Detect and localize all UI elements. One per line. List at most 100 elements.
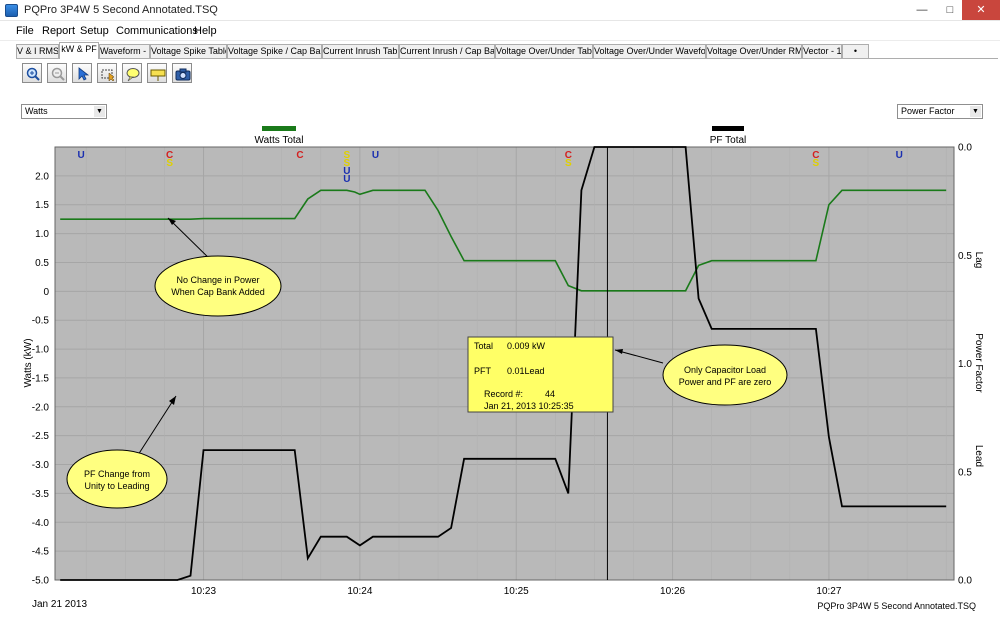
plot-border	[54, 146, 955, 581]
right-axis-select-value: Power Factor	[901, 106, 955, 116]
grid	[54, 146, 955, 581]
y-tick-label: -4.0	[32, 518, 50, 529]
x-axis-tick-labels: 10:23 10:24 10:25 10:26 10:27	[191, 586, 842, 597]
menu-communications[interactable]: Communications	[116, 25, 198, 37]
footer-file: PQPro 3P4W 5 Second Annotated.TSQ	[817, 601, 976, 611]
y2-lag-label: Lag	[973, 252, 984, 269]
event-marker-u: U	[77, 150, 84, 161]
event-marker-s: S	[813, 158, 820, 169]
camera-icon	[175, 68, 191, 81]
legend-pf-swatch	[712, 126, 744, 131]
pointer-button[interactable]	[72, 63, 92, 83]
callout-power-line-1: No Change in Power	[176, 275, 259, 285]
y-tick-label: -4.5	[32, 547, 50, 558]
zoom-out-icon	[51, 67, 65, 81]
event-markers: U CSC SSUUU CSCSU	[77, 150, 902, 185]
callout-no-change-power: No Change in Power When Cap Bank Added	[154, 217, 282, 317]
y2-tick-label: 1.0	[958, 359, 972, 370]
region-select-button[interactable]	[97, 63, 117, 83]
tooltip-record-label: Record #:	[484, 389, 523, 399]
plot-area	[55, 147, 954, 580]
event-marker-u: U	[343, 166, 350, 177]
menu-setup[interactable]: Setup	[80, 25, 109, 37]
tab-waveform-1[interactable]: Waveform - 1	[99, 44, 150, 58]
right-axis-select[interactable]: Power Factor ▼	[897, 104, 983, 119]
x-tick-label: 10:25	[504, 586, 529, 597]
y2-tick-label: 0.5	[958, 251, 972, 262]
tab-vector-1[interactable]: Vector - 1	[802, 44, 842, 58]
annotate-button[interactable]	[122, 63, 142, 83]
marker-button[interactable]	[147, 63, 167, 83]
tooltip-box	[467, 336, 614, 413]
y-axis-title: Watts (kW)	[23, 338, 34, 387]
tab-current-inrush-cap-bank[interactable]: Current Inrush / Cap Bank	[399, 44, 495, 58]
close-button[interactable]: ✕	[962, 0, 1000, 20]
tab-bar: V & I RMS kW & PF Waveform - 1 Voltage S…	[0, 42, 1000, 59]
callout-power-arrowhead	[168, 218, 176, 225]
window-title: PQPro 3P4W 5 Second Annotated.TSQ	[24, 4, 218, 16]
y2-tick-label: 0.0	[958, 576, 972, 587]
x-tick-label: 10:23	[191, 586, 216, 597]
callout-power-bubble	[154, 255, 282, 317]
tab-voltage-spike-table[interactable]: Voltage Spike Table	[150, 44, 227, 58]
marker-icon	[150, 69, 166, 81]
event-marker-u: U	[343, 174, 350, 185]
callout-pf-bubble	[66, 449, 168, 509]
y-tick-label: -0.5	[32, 316, 50, 327]
zoom-in-button[interactable]	[22, 63, 42, 83]
event-marker-u: U	[372, 150, 379, 161]
menu-bar: File Report Setup Communications Help	[0, 21, 1000, 41]
y2-axis-title: Power Factor	[973, 333, 984, 393]
callout-cap-arrow	[614, 349, 664, 364]
camera-button[interactable]	[172, 63, 192, 83]
title-bar: PQPro 3P4W 5 Second Annotated.TSQ — □ ✕	[0, 0, 1000, 21]
y-tick-label: 2.0	[35, 171, 49, 182]
zoom-out-button[interactable]	[47, 63, 67, 83]
menu-file[interactable]: File	[16, 25, 34, 37]
tab-more[interactable]: •	[842, 44, 869, 58]
left-axis-select-value: Watts	[25, 106, 48, 116]
maximize-button[interactable]: □	[936, 0, 964, 20]
y-tick-label: -5.0	[32, 576, 50, 587]
tab-voltage-over-under-rms[interactable]: Voltage Over/Under RMS	[706, 44, 802, 58]
y2-axis-tick-labels: 0.0 0.5 1.0 0.5 0.0	[958, 143, 972, 587]
y-tick-label: -1.5	[32, 373, 50, 384]
left-axis-select[interactable]: Watts ▼	[21, 104, 107, 119]
tab-voltage-over-under-waveform[interactable]: Voltage Over/Under Waveform	[593, 44, 706, 58]
callout-pf-arrow	[137, 395, 177, 456]
legend-pf-label: PF Total	[710, 135, 747, 146]
tooltip-timestamp: Jan 21, 2013 10:25:35	[484, 401, 574, 411]
event-marker-c: C	[565, 150, 572, 161]
data-tooltip: Total 0.009 kW PFT 0.01Lead Record #: 44…	[467, 336, 614, 413]
tooltip-total-value: 0.009 kW	[507, 341, 546, 351]
menu-report[interactable]: Report	[42, 25, 75, 37]
tooltip-record-value: 44	[545, 389, 555, 399]
y2-tick-label: 0.0	[958, 143, 972, 154]
callout-capacitor-load: Only Capacitor Load Power and PF are zer…	[614, 344, 788, 406]
callout-cap-arrowhead	[615, 349, 623, 354]
tab-voltage-over-under-table[interactable]: Voltage Over/Under Table	[495, 44, 593, 58]
tab-voltage-spike-cap-bank[interactable]: Voltage Spike / Cap Bank	[227, 44, 322, 58]
y-tick-label: 1.0	[35, 229, 49, 240]
minimize-button[interactable]: —	[908, 0, 936, 20]
tooltip-pft-value: 0.01Lead	[507, 366, 545, 376]
pf-total-line	[60, 146, 947, 581]
y2-tick-label: 0.5	[958, 467, 972, 478]
kw-pf-chart: Watts Total PF Total 2.0 1.5 1.0 0.5 0 -0.5 -1…	[23, 126, 984, 611]
callout-cap-bubble	[662, 344, 788, 406]
tab-current-inrush-table[interactable]: Current Inrush Table	[322, 44, 399, 58]
region-select-icon	[101, 69, 115, 82]
legend-watts-swatch	[262, 126, 296, 131]
pointer-icon	[78, 67, 90, 81]
event-marker-u: U	[896, 150, 903, 161]
tab-kw-pf[interactable]: kW & PF	[59, 42, 99, 59]
event-marker-c: C	[166, 150, 173, 161]
y-tick-label: -3.5	[32, 489, 50, 500]
y-tick-label: -2.5	[32, 431, 50, 442]
chevron-down-icon: ▼	[970, 106, 981, 117]
legend-watts-label: Watts Total	[255, 135, 304, 146]
tab-v-i-rms[interactable]: V & I RMS	[16, 44, 59, 58]
callout-pf-arrowhead	[169, 396, 176, 405]
callout-pf-change: PF Change from Unity to Leading	[66, 395, 177, 509]
menu-help[interactable]: Help	[194, 25, 217, 37]
